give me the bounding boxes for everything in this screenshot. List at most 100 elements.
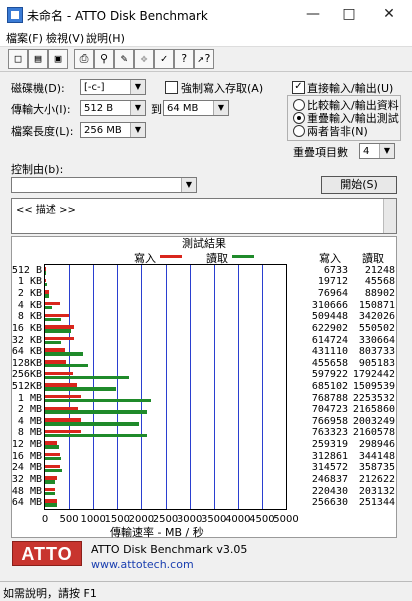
chevron-down-icon: ▼	[130, 80, 145, 94]
x-tick-label: 1000	[80, 514, 106, 525]
queue-depth-select[interactable]: 4 ▼	[359, 143, 395, 159]
toolbar: □ ▤ ▣ ⎙ ⚲ ✎ ✥ ✓ ? ↗?	[0, 47, 412, 72]
write-value: 259319	[311, 439, 348, 451]
grid-line	[237, 265, 239, 509]
y-tick-label: 48 MB	[11, 485, 42, 497]
help-icon[interactable]: ?	[174, 49, 194, 69]
drive-select[interactable]: [-c-] ▼	[80, 79, 146, 95]
write-value: 19712	[317, 276, 348, 288]
direct-io-checkbox[interactable]: ✓	[292, 81, 305, 94]
description-box[interactable]: << 描述 >>	[11, 198, 397, 234]
y-tick-label: 32 MB	[11, 473, 42, 485]
write-bar	[45, 499, 58, 503]
write-value: 685102	[311, 381, 348, 392]
write-value: 509448	[311, 311, 348, 323]
write-bar	[45, 325, 75, 329]
write-value: 622902	[311, 322, 348, 334]
write-bar	[45, 476, 57, 480]
write-bar	[45, 278, 46, 283]
y-tick-label: 64 KB	[11, 346, 42, 358]
write-value: 597922	[311, 369, 348, 381]
y-tick-label: 16 KB	[11, 322, 42, 334]
description-scrollbar[interactable]	[383, 199, 396, 233]
read-bar	[45, 480, 55, 484]
read-value: 2160578	[352, 427, 395, 439]
grid-line	[117, 265, 119, 509]
print-icon[interactable]: ⎙	[74, 49, 94, 69]
read-bar	[45, 271, 46, 275]
chevron-down-icon: ▼	[130, 123, 145, 137]
write-bar	[45, 360, 67, 364]
y-tick-label: 32 KB	[11, 334, 42, 346]
maximize-button[interactable]: □	[332, 4, 366, 24]
transfer-size-label: 傳輸大小(I):	[11, 103, 71, 116]
context-help-icon[interactable]: ↗?	[194, 49, 214, 69]
direct-io-label: 直接輸入/輸出(U)	[307, 82, 394, 95]
read-bar	[45, 445, 60, 449]
print-preview-icon[interactable]: ⚲	[94, 49, 114, 69]
x-tick-label: 4000	[225, 514, 251, 525]
write-value: 246837	[311, 473, 348, 485]
new-file-icon[interactable]: □	[8, 49, 28, 69]
read-bar	[45, 282, 48, 287]
read-bar	[45, 294, 50, 298]
y-tick-label: 12 MB	[11, 439, 42, 451]
move-icon[interactable]: ✥	[134, 49, 154, 69]
write-bar	[45, 313, 69, 318]
product-name: ATTO Disk Benchmark v3.05	[91, 543, 248, 556]
write-value: 763323	[311, 427, 348, 439]
y-tick-label: 64 MB	[11, 497, 42, 509]
transfer-from-select[interactable]: 512 B ▼	[80, 100, 146, 116]
read-bar	[45, 317, 62, 321]
y-tick-label: 24 MB	[11, 462, 42, 474]
read-value: 358735	[358, 462, 395, 474]
drive-value: [-c-]	[84, 82, 105, 93]
write-value: 312861	[311, 450, 348, 462]
transfer-to-select[interactable]: 64 MB ▼	[163, 100, 229, 116]
y-tick-label: 8 MB	[17, 427, 42, 439]
chevron-down-icon: ▼	[213, 101, 228, 115]
write-bar	[45, 336, 74, 341]
options-icon[interactable]: ✎	[114, 49, 134, 69]
start-button[interactable]: 開始(S)	[321, 176, 397, 194]
menu-view[interactable]: 檢視(V)	[46, 30, 84, 46]
read-column-header: 讀取	[362, 252, 384, 265]
read-bar	[45, 329, 71, 333]
force-write-label: 強制寫入存取(A)	[181, 82, 264, 95]
x-tick-label: 3500	[200, 514, 227, 525]
read-bar	[45, 456, 62, 461]
write-bar	[45, 464, 60, 469]
open-folder-icon[interactable]: ▤	[28, 49, 48, 69]
menu-file[interactable]: 檔案(F)	[6, 30, 43, 46]
menu-help[interactable]: 說明(H)	[86, 30, 125, 46]
read-bar	[45, 363, 88, 368]
x-axis-label: 傳輸速率 - MB / 秒	[110, 526, 204, 539]
start-icon[interactable]: ✓	[154, 49, 174, 69]
file-length-select[interactable]: 256 MB ▼	[80, 122, 146, 138]
overlap-radio[interactable]	[293, 112, 305, 124]
read-bar	[45, 387, 117, 391]
write-column-header: 寫入	[319, 252, 341, 265]
x-tick-label: 500	[59, 514, 79, 525]
minimize-button[interactable]: —	[296, 4, 330, 24]
write-bar	[45, 487, 56, 492]
read-value: 2165860	[352, 404, 395, 416]
control-select[interactable]: ▼	[11, 177, 197, 193]
queue-depth-label: 重疊項目數	[293, 146, 348, 159]
control-label: 控制由(b):	[11, 163, 64, 176]
read-bar	[45, 433, 147, 438]
grid-line	[213, 265, 215, 509]
force-write-checkbox[interactable]	[165, 81, 178, 94]
results-title: 測試結果	[182, 237, 226, 250]
save-icon[interactable]: ▣	[48, 49, 68, 69]
read-value: 330664	[358, 334, 395, 346]
read-bar	[45, 305, 53, 310]
neither-radio[interactable]	[293, 125, 305, 137]
website-link[interactable]: www.attotech.com	[91, 558, 194, 571]
read-value: 251344	[358, 497, 395, 509]
compare-radio[interactable]	[293, 99, 305, 111]
write-value: 768788	[311, 392, 348, 404]
close-button[interactable]: ✕	[372, 4, 406, 24]
chevron-down-icon: ▼	[130, 101, 145, 115]
read-value: 905183	[358, 357, 395, 369]
